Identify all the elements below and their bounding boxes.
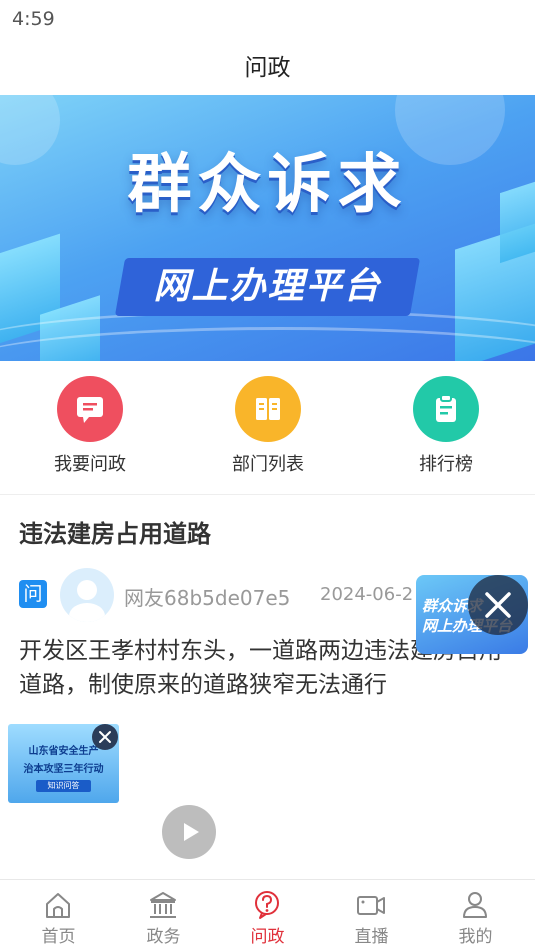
- status-bar: 4:59: [0, 0, 535, 36]
- side-ad-line2: 治本攻坚三年行动: [23, 764, 104, 775]
- tab-label: 首页: [41, 927, 76, 947]
- chat-icon: [57, 376, 123, 442]
- tab-label: 直播: [354, 927, 389, 947]
- tab-ask[interactable]: 问政: [214, 880, 321, 952]
- post-title[interactable]: 违法建房占用道路: [19, 514, 211, 549]
- clipboard-icon: [413, 376, 479, 442]
- user-icon: [463, 892, 487, 918]
- tab-government[interactable]: 政务: [110, 880, 217, 952]
- menu-item-ask[interactable]: 我要问政: [20, 376, 160, 476]
- status-time: 4:59: [12, 8, 55, 30]
- author-name: 网友68b5de07e5: [124, 586, 291, 610]
- book-icon: [235, 376, 301, 442]
- close-icon: [485, 592, 511, 618]
- banner-title: 群众诉求: [127, 148, 408, 222]
- user-avatar-icon: [69, 580, 105, 622]
- tab-mine[interactable]: 我的: [422, 880, 529, 952]
- tab-bar: 首页 政务 问政 直播 我的: [0, 879, 535, 952]
- tab-label: 我的: [458, 927, 493, 947]
- tab-label: 政务: [146, 927, 181, 947]
- tab-home[interactable]: 首页: [5, 880, 112, 952]
- tab-label: 问政: [250, 927, 285, 947]
- post-date: 2024-06-2: [320, 584, 414, 605]
- floating-ad-close-button[interactable]: [468, 575, 528, 635]
- menu-item-departments[interactable]: 部门列表: [198, 376, 338, 476]
- question-icon: [255, 891, 279, 919]
- play-icon: [184, 823, 199, 841]
- play-button[interactable]: [162, 805, 216, 859]
- banner[interactable]: 群众诉求 网上办理平台: [0, 95, 535, 361]
- ask-badge: 问: [19, 580, 47, 608]
- page-title: 问政: [244, 55, 291, 81]
- title-bar: 问政: [0, 36, 535, 94]
- close-icon: [99, 731, 111, 743]
- menu-label: 排行榜: [419, 454, 473, 475]
- video-icon: [357, 896, 385, 915]
- side-ad-close-button[interactable]: [92, 724, 118, 750]
- home-icon: [46, 893, 70, 918]
- quick-menu: 我要问政 部门列表 排行榜: [0, 362, 535, 495]
- government-icon: [150, 892, 176, 918]
- tab-live[interactable]: 直播: [318, 880, 425, 952]
- avatar[interactable]: [60, 568, 114, 622]
- menu-item-ranking[interactable]: 排行榜: [376, 376, 516, 476]
- menu-label: 部门列表: [232, 454, 304, 475]
- menu-label: 我要问政: [54, 454, 126, 475]
- banner-subtitle: 网上办理平台: [153, 266, 382, 307]
- side-ad-tag: 知识问答: [36, 780, 91, 792]
